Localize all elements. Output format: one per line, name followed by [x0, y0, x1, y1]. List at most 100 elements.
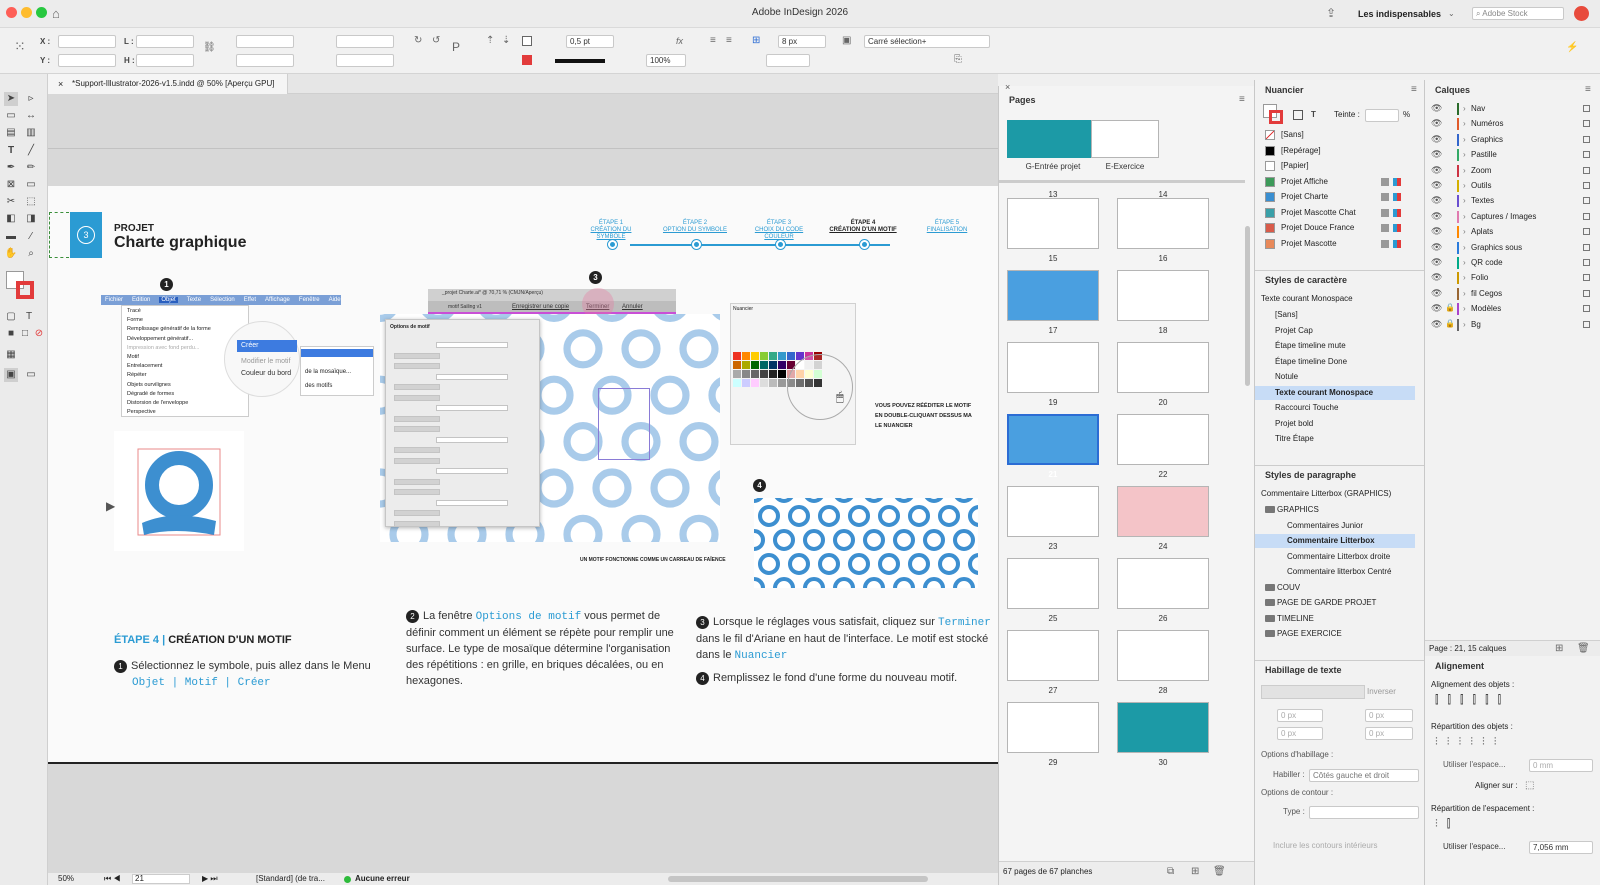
wrap-habiller-select[interactable]: Côtés gauche et droit [1309, 769, 1419, 782]
layer-select-box[interactable] [1583, 228, 1590, 236]
page-thumb[interactable] [1007, 486, 1099, 537]
fx-icon[interactable]: fx [676, 35, 683, 47]
eye-icon[interactable]: 👁 [1431, 319, 1442, 330]
stroke-swatch-small[interactable] [1269, 110, 1283, 124]
zoom-level[interactable]: 50% [58, 873, 74, 885]
page-thumb[interactable] [1007, 630, 1099, 681]
layer-select-box[interactable] [1583, 259, 1590, 266]
page-thumb[interactable] [1007, 342, 1099, 393]
align-to-selection-icon[interactable]: ⬚ [1525, 780, 1534, 792]
eye-icon[interactable]: 👁 [1431, 272, 1442, 283]
hand-tool-icon[interactable]: ✋ [4, 247, 18, 261]
formatting-container-icon[interactable]: ▢ [4, 310, 18, 324]
eye-icon[interactable]: 👁 [1431, 257, 1442, 268]
p-flip-icon[interactable]: P [452, 41, 460, 53]
scissors-tool-icon[interactable]: ✂ [4, 195, 18, 209]
document-page[interactable]: 3 PROJET Charte graphique ÉTAPE 1 CRÉATIO… [48, 186, 998, 762]
link-icon[interactable]: ⛓ [203, 42, 216, 54]
chevron-right-icon[interactable]: › [1463, 256, 1466, 270]
content-collector-icon[interactable]: ▤ [4, 126, 18, 140]
chevron-down-icon[interactable]: ⌄ [1448, 8, 1455, 20]
wrap-left-field[interactable]: 0 px [1277, 727, 1323, 740]
layer-item[interactable]: Zoom [1471, 164, 1491, 178]
chevron-right-icon[interactable]: › [1463, 241, 1466, 255]
chevron-right-icon[interactable]: › [1463, 194, 1466, 208]
layer-select-box[interactable] [1583, 320, 1590, 328]
eye-icon[interactable]: 👁 [1431, 226, 1442, 237]
layer-select-box[interactable] [1583, 305, 1590, 313]
wrap-inclure-label[interactable]: Inclure les contours intérieurs [1273, 839, 1378, 853]
pages-scrollbar[interactable] [1245, 226, 1250, 386]
para-style-item[interactable]: PAGE DE GARDE PROJET [1255, 596, 1415, 610]
panel-menu-icon[interactable]: ≡ [1411, 84, 1417, 96]
direct-selection-tool-icon[interactable]: ▹ [24, 92, 38, 106]
edit-page-size-icon[interactable]: ⧉ [1167, 866, 1174, 878]
horizontal-scrollbar[interactable] [668, 876, 928, 882]
quick-apply-icon[interactable]: ⎘ [954, 54, 962, 66]
layer-select-box[interactable] [1583, 274, 1590, 282]
x-field[interactable] [58, 35, 116, 48]
master-thumb-g[interactable] [1007, 120, 1099, 158]
line-tool-icon[interactable]: ╱ [24, 144, 38, 158]
layer-item[interactable]: Aplats [1471, 225, 1493, 239]
lightning-icon[interactable]: ⚡ [1566, 42, 1578, 54]
align-left-icon[interactable]: ≡ [710, 35, 716, 47]
teinte-field[interactable] [1365, 109, 1399, 122]
formatting-text-icon[interactable]: T [22, 310, 36, 324]
pencil-tool-icon[interactable]: ✏ [24, 161, 38, 175]
chevron-right-icon[interactable]: › [1463, 179, 1466, 193]
eye-icon[interactable]: 👁 [1431, 118, 1442, 129]
char-style-item[interactable]: Étape timeline Done [1255, 355, 1415, 369]
panel-menu-icon[interactable]: ≡ [1585, 84, 1591, 96]
wrap-options-buttons[interactable] [1261, 685, 1365, 699]
nuancier-panel-title[interactable]: Nuancier [1255, 82, 1304, 98]
lock-icon[interactable]: 🔒 [1445, 319, 1455, 328]
use-spacing-checkbox-2[interactable]: Utiliser l'espace... [1443, 840, 1505, 854]
stroke-swatch[interactable] [522, 55, 532, 65]
layer-item[interactable]: Outils [1471, 179, 1491, 193]
y-field[interactable] [58, 54, 116, 67]
para-style-item[interactable]: Commentaires Junior [1255, 519, 1415, 533]
char-style-item[interactable]: Projet bold [1255, 417, 1415, 431]
eyedropper-tool-icon[interactable]: ⁄ [24, 230, 38, 244]
layer-item[interactable]: Bg [1471, 318, 1481, 332]
chevron-right-icon[interactable]: › [1463, 210, 1466, 224]
gradient-tool-icon[interactable]: ◧ [4, 212, 18, 226]
stroke-weight-field[interactable]: 0,5 pt [566, 35, 614, 48]
layer-select-box[interactable] [1583, 151, 1590, 159]
align-objects-icons[interactable]: ⫿⫿⫿⫿⫿⫿ [1435, 694, 1510, 707]
object-style-select[interactable]: Carré sélection+ [864, 35, 990, 48]
eye-icon[interactable]: 👁 [1431, 180, 1442, 191]
master-thumb-e[interactable] [1091, 120, 1159, 158]
distribute-spacing-icons[interactable]: ⫶⫿ [1435, 818, 1459, 831]
wrap-top-field[interactable]: 0 px [1277, 709, 1323, 722]
char-style-item[interactable]: [Sans] [1255, 308, 1415, 322]
layer-item[interactable]: Modèles [1471, 302, 1501, 316]
apply-none-icon[interactable]: ⊘ [32, 327, 46, 341]
char-style-item[interactable]: Étape timeline mute [1255, 339, 1415, 353]
delete-page-icon[interactable]: 🗑 [1213, 866, 1226, 878]
width-field[interactable] [136, 35, 194, 48]
layer-item[interactable]: Nav [1471, 102, 1485, 116]
page-thumb[interactable] [1007, 702, 1099, 753]
apply-color-icon[interactable]: ■ [4, 327, 18, 341]
first-page-icon[interactable]: ⏮ ◀ [104, 873, 121, 885]
page-number-field[interactable]: 21 [132, 874, 190, 884]
select-content-icon[interactable]: ⇣ [502, 35, 510, 47]
rotate-cw-icon[interactable]: ↻ [414, 35, 422, 47]
chevron-right-icon[interactable]: › [1463, 164, 1466, 178]
layer-item[interactable]: fil Cegos [1471, 287, 1502, 301]
para-style-item[interactable]: Commentaire Litterbox droite [1255, 550, 1415, 564]
para-styles-title[interactable]: Styles de paragraphe [1255, 467, 1356, 483]
tab-document[interactable]: × *Support-Illustrator-2026-v1.5.indd @ … [48, 74, 288, 94]
swatch-item[interactable]: [Papier] [1281, 159, 1309, 173]
eye-icon[interactable]: 👁 [1431, 242, 1442, 253]
layer-select-box[interactable] [1583, 120, 1590, 128]
layer-select-box[interactable] [1583, 135, 1590, 143]
align-center-icon[interactable]: ≡ [726, 35, 732, 47]
layer-item[interactable]: Pastille [1471, 148, 1497, 162]
shear-field[interactable] [336, 54, 394, 67]
para-style-item[interactable]: GRAPHICS [1255, 503, 1415, 517]
layer-item[interactable]: Numéros [1471, 117, 1503, 131]
page-thumb[interactable] [1007, 198, 1099, 249]
